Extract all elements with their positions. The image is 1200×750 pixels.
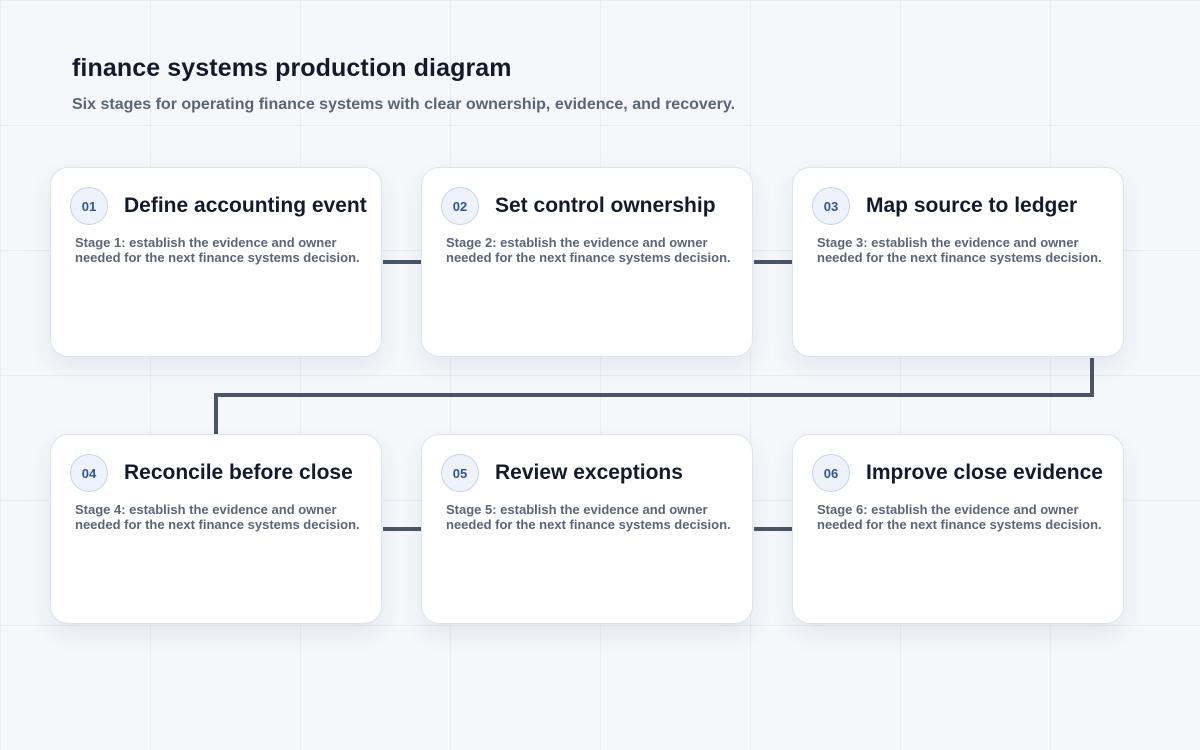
connector-stage-3-to-4: [214, 358, 1094, 434]
stage-connectors: [214, 260, 1094, 531]
stage-title: Set control ownership: [495, 194, 716, 217]
stage-card-2: 02 Set control ownership Stage 2: establ…: [421, 167, 753, 357]
stage-description: Stage 6: establish the evidence and owne…: [817, 502, 1102, 532]
stage-title: Map source to ledger: [866, 194, 1078, 217]
stage-card-5: 05 Review exceptions Stage 5: establish …: [421, 434, 753, 624]
stage-card-4: 04 Reconcile before close Stage 4: estab…: [50, 434, 382, 624]
stage-title: Review exceptions: [495, 461, 683, 484]
stage-number-badge: 03: [812, 187, 850, 225]
stage-number-badge: 04: [70, 454, 108, 492]
stage-title: Define accounting event: [124, 194, 367, 217]
stage-number-badge: 06: [812, 454, 850, 492]
stage-number-badge: 01: [70, 187, 108, 225]
stage-card-3: 03 Map source to ledger Stage 3: establi…: [792, 167, 1124, 357]
stage-description: Stage 5: establish the evidence and owne…: [446, 502, 731, 532]
stage-description: Stage 4: establish the evidence and owne…: [75, 502, 360, 532]
stage-description: Stage 2: establish the evidence and owne…: [446, 235, 731, 265]
stage-number-badge: 02: [441, 187, 479, 225]
stage-description: Stage 3: establish the evidence and owne…: [817, 235, 1102, 265]
stage-title: Reconcile before close: [124, 461, 353, 484]
stage-number-badge: 05: [441, 454, 479, 492]
stage-title: Improve close evidence: [866, 461, 1103, 484]
stage-card-1: 01 Define accounting event Stage 1: esta…: [50, 167, 382, 357]
stage-card-6: 06 Improve close evidence Stage 6: estab…: [792, 434, 1124, 624]
stage-description: Stage 1: establish the evidence and owne…: [75, 235, 360, 265]
